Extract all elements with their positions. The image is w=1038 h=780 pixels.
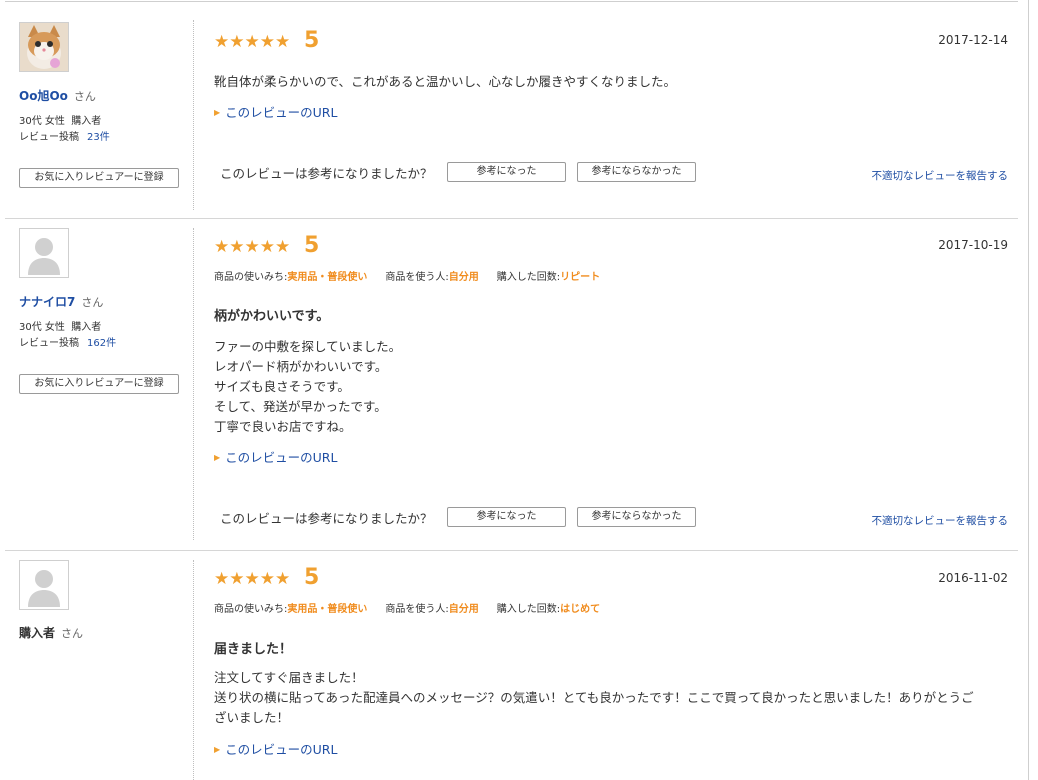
review-body-line: レオパード柄がかわいいです。 [214, 359, 388, 374]
review-item: Oo旭Oo さん 30代 女性 購入者 レビュー投稿 23件 お気に入りレビュアーに… [0, 0, 1028, 218]
usage-label: 商品の使いみち: [214, 604, 288, 615]
count-value: リピート [560, 272, 601, 283]
review-title: 柄がかわいいです。 [214, 309, 330, 324]
posts-label: レビュー投稿 [19, 338, 79, 349]
san-suffix: さん [73, 90, 96, 103]
user-label: 商品を使う人: [385, 272, 449, 283]
review-body-line: 送り状の横に貼ってあった配達員へのメッセージ？の気遣い！とても良かったです！ここ… [214, 690, 974, 705]
triangle-bullet-icon: ▶ [214, 108, 221, 117]
age-gender: 30代 女性 [19, 322, 65, 333]
purchase-meta: 商品の使いみち:実用品・普段使い 商品を使う人:自分用 購入した回数:はじめて [214, 600, 600, 615]
review-url-link[interactable]: ▶ このレビューのURL [214, 447, 337, 466]
triangle-bullet-icon: ▶ [214, 745, 221, 754]
reviewer-name[interactable]: Oo旭Oo さん [19, 87, 96, 104]
helpful-no-button[interactable]: 参考にならなかった [577, 507, 696, 527]
avatar[interactable] [19, 228, 69, 278]
purchase-meta: 商品の使いみち:実用品・普段使い 商品を使う人:自分用 購入した回数:リピート [214, 268, 600, 283]
cat-photo-avatar-icon [20, 23, 68, 71]
age-gender: 30代 女性 [19, 116, 65, 127]
reviewer-profile: 30代 女性 購入者 [19, 320, 116, 336]
avatar[interactable] [19, 22, 69, 72]
reviewer-posts: レビュー投稿 23件 [19, 130, 110, 146]
count-label: 購入した回数: [496, 604, 561, 615]
review-body-line: 丁寧で良いお店ですね。 [214, 419, 352, 434]
san-suffix: さん [61, 627, 84, 640]
avatar[interactable] [19, 560, 69, 610]
helpful-no-button[interactable]: 参考にならなかった [577, 162, 696, 182]
reviewer-name-link[interactable]: Oo旭Oo [19, 89, 68, 103]
review-date: 2017-10-19 [938, 238, 1008, 252]
review-body-line: サイズも良さそうです。 [214, 379, 350, 394]
triangle-bullet-icon: ▶ [214, 453, 221, 462]
star-rating: ★★★★★ [214, 569, 291, 589]
column-divider [193, 560, 194, 780]
usage-value: 実用品・普段使い [287, 272, 368, 283]
review-body-line: 注文してすぐ届きました！ [214, 670, 364, 685]
review-url-link[interactable]: ▶ このレビューのURL [214, 102, 337, 121]
review-url-label[interactable]: このレビューのURL [225, 450, 337, 465]
usage-value: 実用品・普段使い [287, 604, 368, 615]
star-rating: ★★★★★ [214, 237, 291, 257]
star-rating: ★★★★★ [214, 32, 291, 52]
report-review-link[interactable]: 不適切なレビューを報告する [872, 513, 1009, 528]
count-value: はじめて [560, 604, 601, 615]
review-title: 届きました！ [214, 642, 293, 657]
review-item: ナナイロ7 さん 30代 女性 購入者 レビュー投稿 162件 お気に入りレビュアー… [0, 218, 1028, 550]
reviewer-name: 購入者 さん [19, 624, 83, 641]
helpful-question: このレビューは参考になりましたか？ [220, 166, 433, 181]
rating-value: 5 [304, 565, 320, 590]
reviewer-name-link[interactable]: ナナイロ7 [19, 295, 75, 309]
review-body: 注文してすぐ届きました！ 送り状の横に貼ってあった配達員へのメッセージ？の気遣い… [214, 668, 1014, 728]
favorite-reviewer-button[interactable]: お気に入りレビュアーに登録 [19, 168, 179, 188]
posts-count[interactable]: 162件 [87, 338, 116, 349]
user-value: 自分用 [448, 604, 479, 615]
reviewer-meta: 30代 女性 購入者 レビュー投稿 162件 [19, 320, 116, 352]
review-body: 靴自体が柔らかいので、これがあると温かいし、心なしか履きやすくなりました。 [214, 74, 677, 89]
helpful-yes-button[interactable]: 参考になった [447, 507, 566, 527]
posts-label: レビュー投稿 [19, 132, 79, 143]
review-body-line: ざいました！ [214, 710, 290, 725]
review-item: 購入者 さん ★★★★★ 5 2016-11-02 商品の使いみち:実用品・普段使… [0, 550, 1028, 780]
user-label: 商品を使う人: [385, 604, 449, 615]
user-value: 自分用 [448, 272, 479, 283]
helpful-question: このレビューは参考になりましたか？ [220, 511, 433, 526]
buyer-label: 購入者 [71, 116, 102, 127]
default-person-avatar-icon [20, 561, 68, 609]
reviewer-posts: レビュー投稿 162件 [19, 336, 116, 352]
favorite-reviewer-button[interactable]: お気に入りレビュアーに登録 [19, 374, 179, 394]
scrollbar-track[interactable] [1028, 0, 1029, 780]
review-body-line: ファーの中敷を探していました。 [214, 339, 402, 354]
column-divider [193, 228, 194, 540]
rating-value: 5 [304, 233, 320, 258]
reviewer-name-text: 購入者 [19, 626, 56, 640]
helpful-yes-button[interactable]: 参考になった [447, 162, 566, 182]
review-url-label[interactable]: このレビューのURL [225, 742, 337, 757]
posts-count[interactable]: 23件 [87, 132, 110, 143]
san-suffix: さん [81, 296, 104, 309]
rating-value: 5 [304, 28, 320, 53]
default-person-avatar-icon [20, 229, 68, 277]
review-url-label[interactable]: このレビューのURL [225, 105, 337, 120]
reviewer-profile: 30代 女性 購入者 [19, 114, 110, 130]
count-label: 購入した回数: [496, 272, 561, 283]
review-body-line: そして、発送が早かったです。 [214, 399, 387, 414]
column-divider [193, 20, 194, 210]
review-date: 2016-11-02 [938, 571, 1008, 585]
report-review-link[interactable]: 不適切なレビューを報告する [872, 168, 1009, 183]
reviewer-meta: 30代 女性 購入者 レビュー投稿 23件 [19, 114, 110, 146]
review-url-link[interactable]: ▶ このレビューのURL [214, 739, 337, 758]
buyer-label: 購入者 [71, 322, 102, 333]
review-date: 2017-12-14 [938, 33, 1008, 47]
reviewer-name[interactable]: ナナイロ7 さん [19, 293, 103, 310]
review-body: ファーの中敷を探していました。 レオパード柄がかわいいです。 サイズも良さそうで… [214, 337, 1014, 437]
usage-label: 商品の使いみち: [214, 272, 288, 283]
